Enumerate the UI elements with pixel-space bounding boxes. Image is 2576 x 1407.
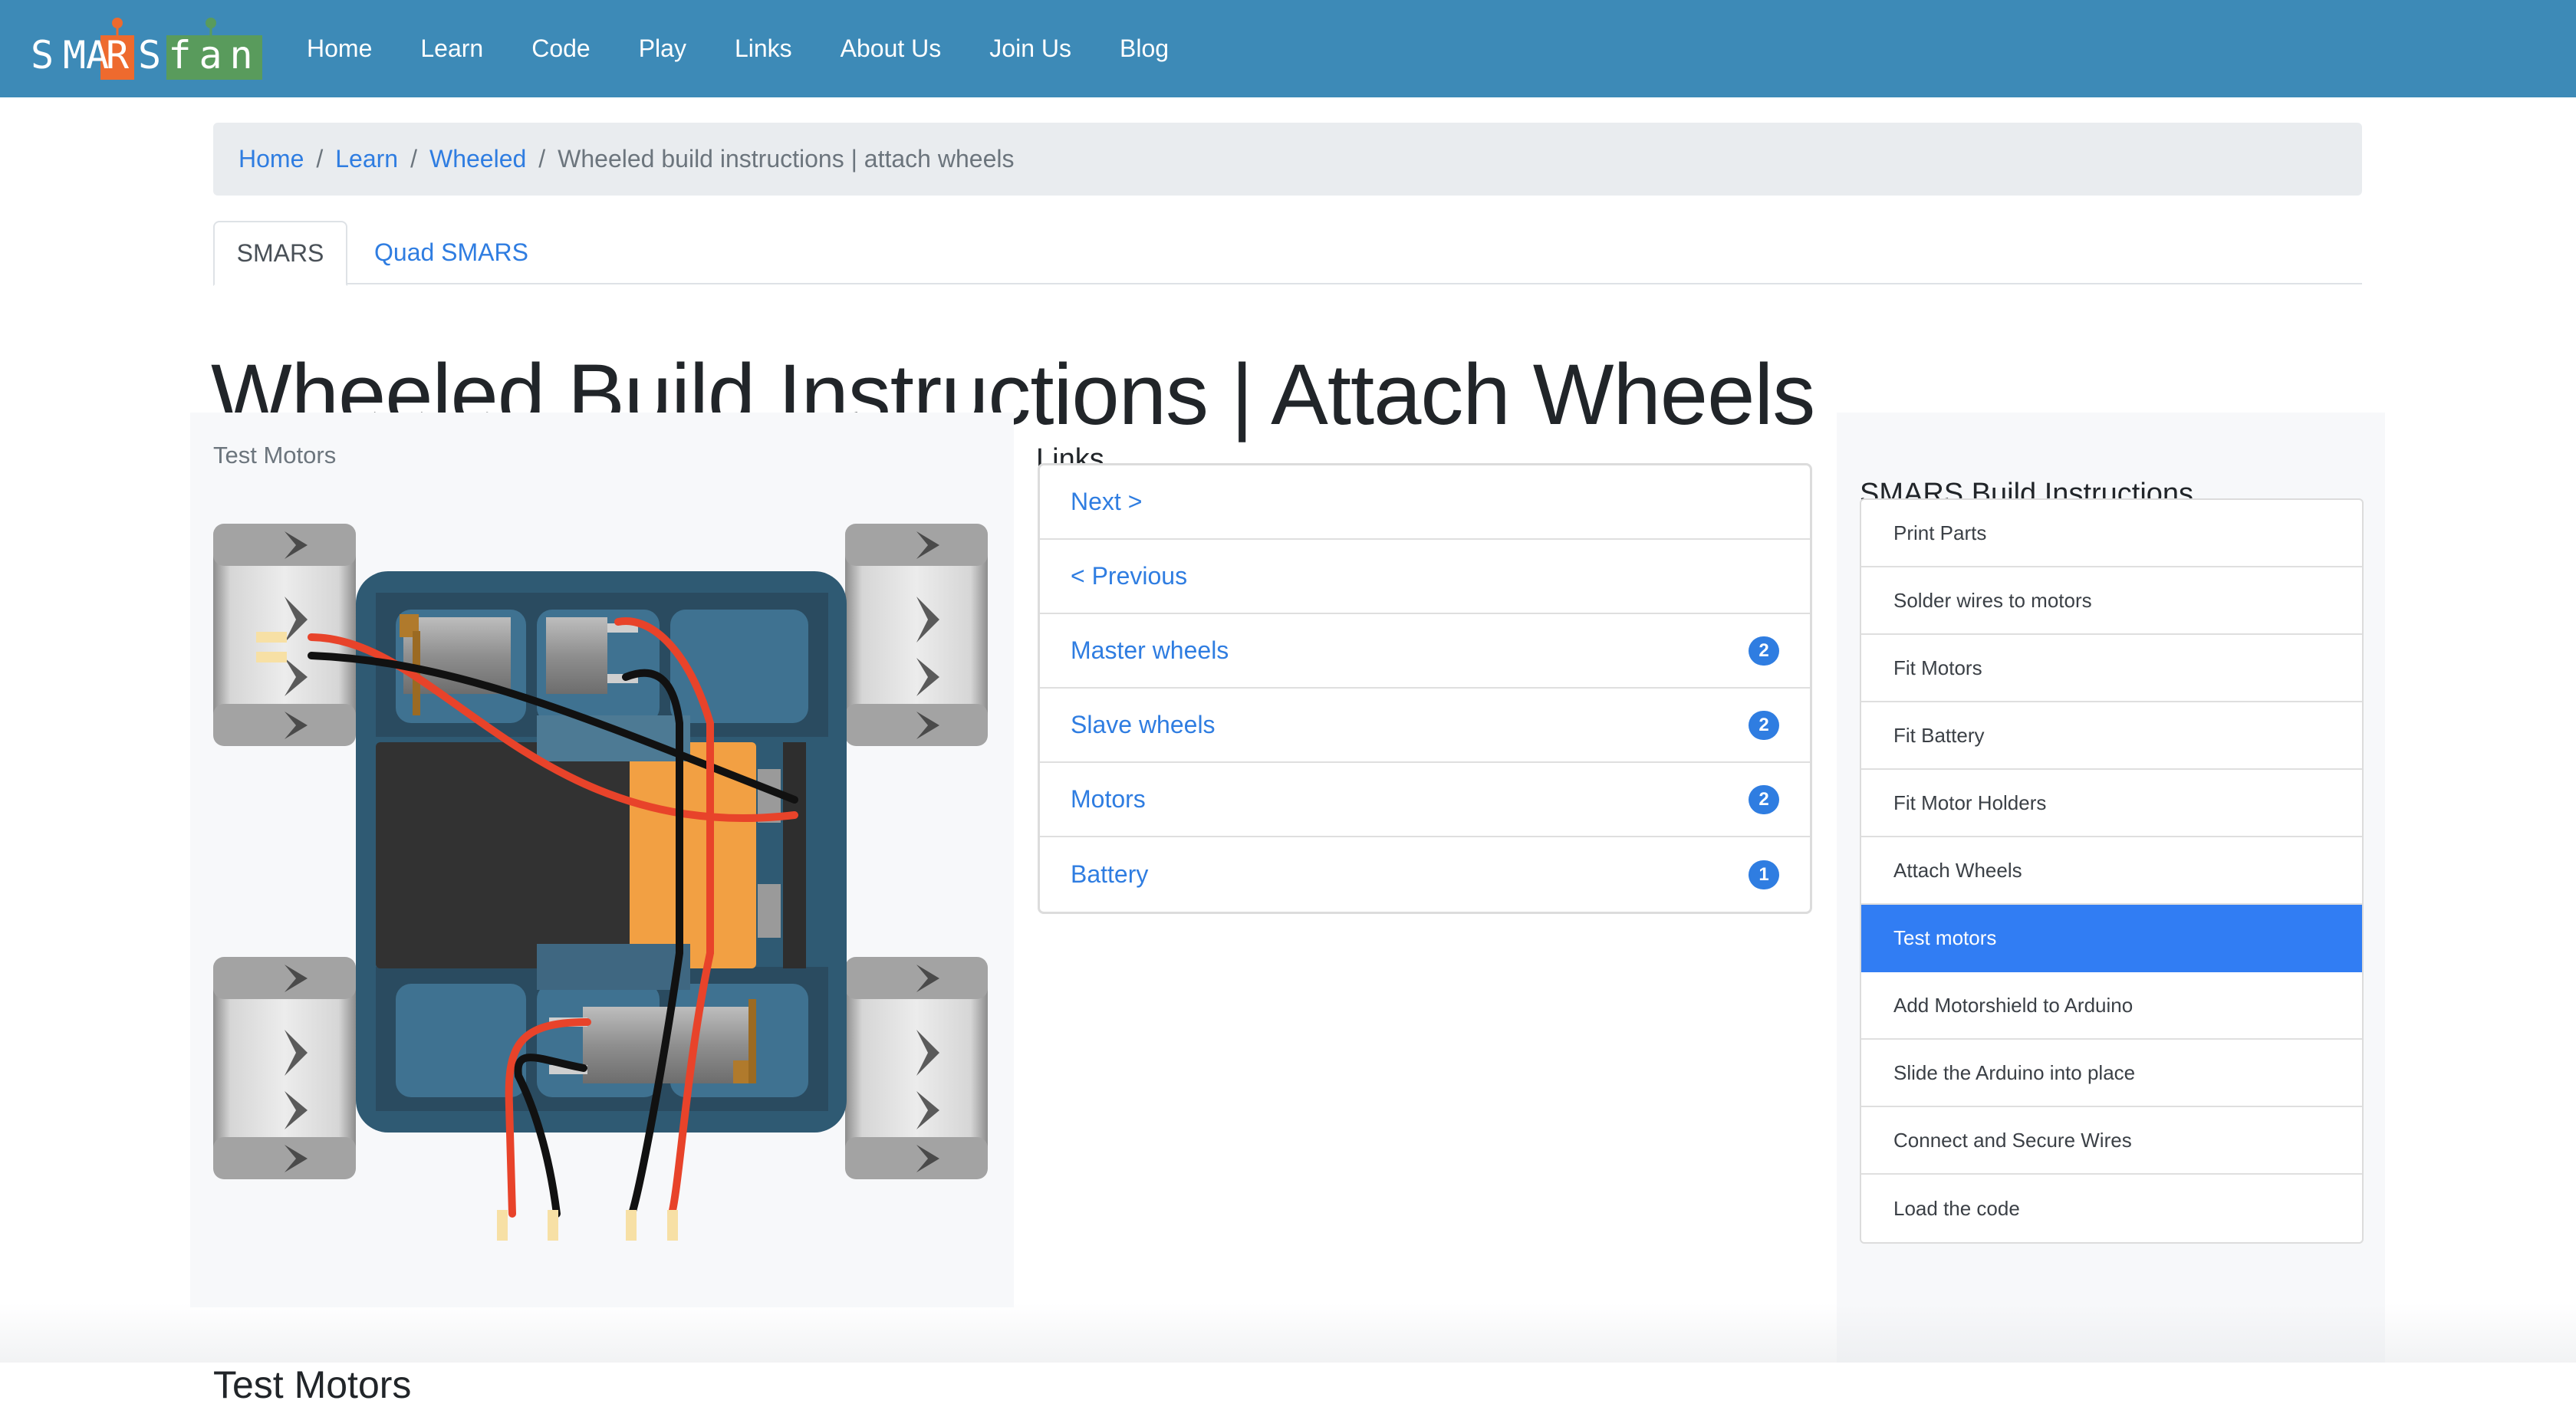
sidebar-item-attach-wheels[interactable]: Attach Wheels xyxy=(1861,837,2362,905)
main-nav: Home Learn Code Play Links About Us Join… xyxy=(307,0,1217,97)
links-list: Next > < Previous Master wheels 2 Slave … xyxy=(1038,463,1812,914)
breadcrumb-separator: / xyxy=(316,145,324,173)
link-label: Master wheels xyxy=(1071,636,1229,664)
nav-join-us[interactable]: Join Us xyxy=(989,35,1071,63)
sidebar-item-connect-wires[interactable]: Connect and Secure Wires xyxy=(1861,1107,2362,1175)
robot-chassis-illustration xyxy=(213,524,988,1241)
smarsfan-logo[interactable]: S M A R S fan xyxy=(25,17,263,86)
count-badge: 2 xyxy=(1749,710,1779,740)
link-battery[interactable]: Battery 1 xyxy=(1040,837,1810,912)
build-steps-list: Print Parts Solder wires to motors Fit M… xyxy=(1860,498,2364,1244)
link-motors[interactable]: Motors 2 xyxy=(1040,763,1810,837)
link-previous[interactable]: < Previous xyxy=(1040,540,1810,614)
sidebar-item-solder-wires[interactable]: Solder wires to motors xyxy=(1861,567,2362,635)
wheel-front-right xyxy=(845,524,988,746)
nav-links[interactable]: Links xyxy=(735,35,792,63)
logo-letter: R xyxy=(105,33,130,77)
nav-about-us[interactable]: About Us xyxy=(841,35,942,63)
link-next[interactable]: Next > xyxy=(1040,465,1810,540)
nav-blog[interactable]: Blog xyxy=(1120,35,1169,63)
link-master-wheels[interactable]: Master wheels 2 xyxy=(1040,614,1810,689)
breadcrumb-learn[interactable]: Learn xyxy=(335,145,398,173)
nav-code[interactable]: Code xyxy=(531,35,591,63)
wheel-rear-right xyxy=(845,957,988,1179)
link-label: < Previous xyxy=(1071,562,1188,590)
breadcrumb-separator: / xyxy=(538,145,546,173)
section-heading-test-motors: Test Motors xyxy=(213,1363,412,1406)
top-navbar: S M A R S fan Home Learn Code Play Links… xyxy=(0,0,2576,97)
sidebar-item-fit-battery[interactable]: Fit Battery xyxy=(1861,702,2362,770)
nav-home[interactable]: Home xyxy=(307,35,372,63)
breadcrumb-wheeled[interactable]: Wheeled xyxy=(429,145,526,173)
breadcrumb-current: Wheeled build instructions | attach whee… xyxy=(558,145,1015,173)
nav-play[interactable]: Play xyxy=(639,35,686,63)
link-label: Slave wheels xyxy=(1071,711,1216,738)
count-badge: 2 xyxy=(1749,636,1779,666)
sidebar-item-add-motorshield[interactable]: Add Motorshield to Arduino xyxy=(1861,972,2362,1040)
logo-letter: S xyxy=(137,33,162,77)
model-tabs: SMARS Quad SMARS xyxy=(213,221,2362,286)
image-panel: Test Motors xyxy=(190,413,1014,1307)
link-label: Next > xyxy=(1071,488,1143,515)
sidebar-item-slide-arduino[interactable]: Slide the Arduino into place xyxy=(1861,1040,2362,1107)
count-badge: 1 xyxy=(1749,860,1779,889)
sidebar-item-fit-motors[interactable]: Fit Motors xyxy=(1861,635,2362,702)
link-label: Battery xyxy=(1071,860,1149,888)
nav-learn[interactable]: Learn xyxy=(420,35,483,63)
link-label: Motors xyxy=(1071,785,1146,813)
wheel-rear-left xyxy=(213,957,356,1179)
sidebar-item-print-parts[interactable]: Print Parts xyxy=(1861,500,2362,567)
breadcrumb-home[interactable]: Home xyxy=(239,145,304,173)
breadcrumb-separator: / xyxy=(410,145,417,173)
logo-suffix: fan xyxy=(168,33,261,77)
logo-letter: S xyxy=(30,33,54,77)
count-badge: 2 xyxy=(1749,784,1779,814)
sidebar-item-load-code[interactable]: Load the code xyxy=(1861,1175,2362,1242)
breadcrumb: Home / Learn / Wheeled / Wheeled build i… xyxy=(213,123,2362,196)
tab-smars[interactable]: SMARS xyxy=(213,221,347,286)
sidebar-item-test-motors[interactable]: Test motors xyxy=(1861,905,2362,972)
tab-quad-smars[interactable]: Quad SMARS xyxy=(374,221,528,284)
image-caption: Test Motors xyxy=(213,442,337,468)
link-slave-wheels[interactable]: Slave wheels 2 xyxy=(1040,689,1810,763)
build-steps-sidebar: SMARS Build Instructions Print Parts Sol… xyxy=(1837,413,2385,1363)
sidebar-item-fit-motor-holders[interactable]: Fit Motor Holders xyxy=(1861,770,2362,837)
